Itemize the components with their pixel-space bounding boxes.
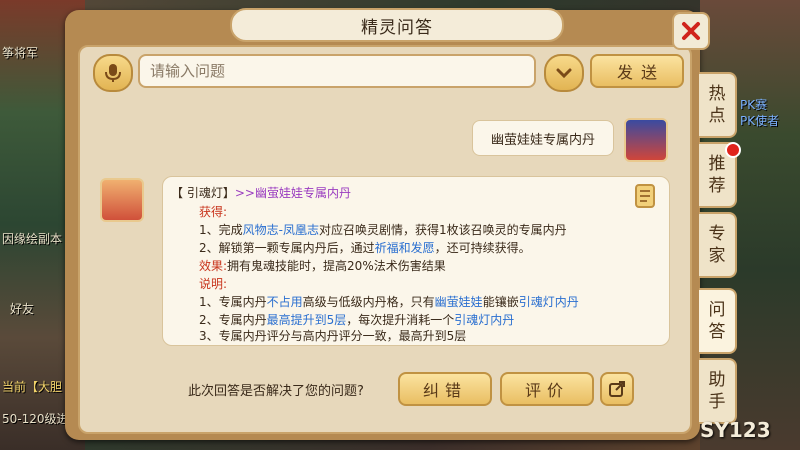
assistant-avatar [100,178,144,222]
tab-recommend[interactable]: 推荐 [699,142,741,208]
tab-expert[interactable]: 专家 [699,212,737,278]
chevron-down-icon [556,68,572,79]
obtain-2-link[interactable]: 祈福和发愿 [375,241,435,255]
note-3-text: 3、专属内丹评分与高内丹评分一致，最高升到5层 [199,329,467,343]
answer-header-link[interactable]: >>幽萤娃娃专属内丹 [235,186,351,200]
tab-assistant[interactable]: 助手 [699,358,737,424]
tab-qa-label: 问答 [708,300,726,342]
answer-card: 【 引魂灯】>>幽萤娃娃专属内丹 获得: 1、完成风物志-凤凰志对应召唤灵剧情，… [162,176,670,346]
rate-button[interactable]: 评价 [500,372,594,406]
notification-badge [725,142,741,158]
obtain-1-text-a: 1、完成 [199,223,243,237]
share-button[interactable] [600,372,634,406]
bg-label-dungeon: 因缘绘副本 [2,232,63,246]
history-dropdown-button[interactable] [544,54,584,92]
close-button[interactable] [672,12,710,50]
site-watermark: SY123 [700,418,771,442]
dialog-title: 精灵问答 [361,17,433,38]
feedback-question: 此次回答是否解决了您的问题? [188,384,364,399]
note-1-text-a: 1、专属内丹 [199,295,267,309]
tab-expert-label: 专家 [708,224,726,266]
send-button[interactable]: 发送 [590,54,684,88]
tab-qa[interactable]: 问答 [699,288,737,354]
effect-title: 效果: [199,259,228,273]
correct-error-button[interactable]: 纠错 [398,372,492,406]
obtain-1-link[interactable]: 风物志-凤凰志 [243,223,319,237]
note-1-link-3[interactable]: 引魂灯内丹 [519,295,579,309]
note-1-text-b: 高级与低级内丹格，只有 [302,295,435,309]
obtain-title: 获得: [199,205,228,219]
close-icon [682,22,700,40]
share-icon [609,381,625,397]
bg-label-pk-envoy: PK使者 [740,114,780,128]
user-message-bubble: 幽萤娃娃专属内丹 [472,120,614,156]
note-1-link-1[interactable]: 不占用 [267,295,303,309]
bg-label-current: 当前【大胆 [2,380,63,394]
tab-assistant-label: 助手 [708,370,726,412]
obtain-1-text-b: 对应召唤灵剧情，获得1枚该召唤灵的专属内丹 [318,223,567,237]
bg-label-friends[interactable]: 好友 [10,300,34,317]
note-2-text-b: ，每次提升消耗一个 [346,313,455,327]
obtain-2-text-a: 2、解锁第一颗专属内丹后，通过 [199,241,375,255]
bg-label-general: 筝将军 [2,46,39,60]
tab-hot-label: 热点 [708,84,726,126]
answer-tag: 【 引魂灯】 [171,186,235,200]
user-message-text: 幽萤娃娃专属内丹 [490,132,595,148]
note-title: 说明: [199,277,228,291]
note-1-text-c: 能镶嵌 [482,295,519,309]
note-1-link-2[interactable]: 幽萤娃娃 [435,295,483,309]
obtain-2-text-b: ，还可持续获得。 [434,241,531,255]
bg-label-pk: PK赛 [740,98,768,112]
note-2-link-1[interactable]: 最高提升到5层 [267,313,347,327]
question-input[interactable] [138,54,536,88]
title-bar: 精灵问答 [230,8,564,42]
voice-input-button[interactable] [93,54,133,92]
bg-label-level: 50-120级进 [2,412,69,426]
note-2-link-2[interactable]: 引魂灯内丹 [454,313,514,327]
scroll-icon [635,184,655,208]
tab-recommend-label: 推荐 [708,154,726,196]
microphone-icon [105,64,121,82]
tab-hot[interactable]: 热点 [699,72,737,138]
user-avatar [624,118,668,162]
effect-text: 拥有鬼魂技能时，提高20%法术伤害结果 [227,259,446,273]
note-2-text-a: 2、专属内丹 [199,313,267,327]
